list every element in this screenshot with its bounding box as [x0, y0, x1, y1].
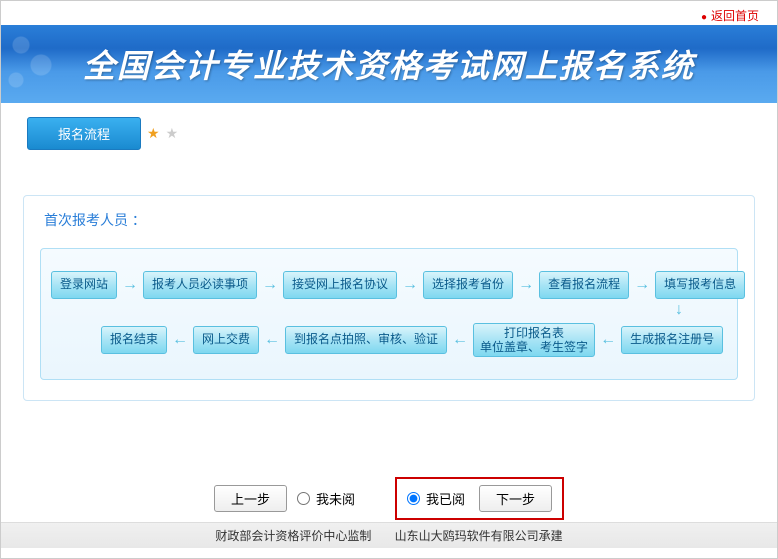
action-bar: 上一步 我未阅 我已阅 下一步 [1, 477, 777, 520]
step-must-read: 报考人员必读事项 [143, 271, 257, 299]
step-login: 登录网站 [51, 271, 117, 299]
step-print-form: 打印报名表 单位盖章、考生签字 [473, 323, 595, 358]
step-accept-agreement: 接受网上报名协议 [283, 271, 397, 299]
flow-row-2: 报名结束 ← 网上交费 ← 到报名点拍照、审核、验证 ← 打印报名表 单位盖章、… [51, 323, 727, 358]
return-home-link[interactable]: 返回首页 [701, 7, 759, 24]
radio-have-read[interactable]: 我已阅 [407, 489, 465, 508]
radio-have-read-label: 我已阅 [426, 489, 465, 508]
arrow-right-icon: → [121, 276, 139, 294]
step-view-flow: 查看报名流程 [539, 271, 629, 299]
arrow-left-icon: ← [451, 331, 469, 349]
radio-not-read-input[interactable] [297, 492, 310, 505]
tab-row: 报名流程 ★ ★ [1, 117, 777, 150]
radio-not-read[interactable]: 我未阅 [297, 489, 355, 508]
arrow-right-icon: → [401, 276, 419, 294]
step-select-province: 选择报考省份 [423, 271, 513, 299]
arrow-down-wrap: ↓ [51, 301, 727, 319]
footer-right: 山东山大鸥玛软件有限公司承建 [395, 529, 563, 543]
star-icon: ★ [147, 125, 160, 142]
tab-registration-flow[interactable]: 报名流程 [27, 117, 141, 150]
next-button[interactable]: 下一步 [479, 485, 552, 512]
radio-not-read-label: 我未阅 [316, 489, 355, 508]
arrow-left-icon: ← [599, 331, 617, 349]
arrow-right-icon: → [517, 276, 535, 294]
radio-have-read-input[interactable] [407, 492, 420, 505]
arrow-left-icon: ← [263, 331, 281, 349]
page-container: 返回首页 全国会计专业技术资格考试网上报名系统 报名流程 ★ ★ 首次报考人员 … [0, 0, 778, 559]
step-pay-online: 网上交费 [193, 326, 259, 354]
footer: 财政部会计资格评价中心监制 山东山大鸥玛软件有限公司承建 [1, 522, 777, 548]
step-fill-info: 填写报考信息 [655, 271, 745, 299]
step-finish: 报名结束 [101, 326, 167, 354]
section-title: 首次报考人员 ： [44, 210, 738, 230]
step-print-line2: 单位盖章、考生签字 [480, 340, 588, 354]
arrow-down-icon: ↓ [675, 301, 683, 319]
arrow-right-icon: → [261, 276, 279, 294]
arrow-left-icon: ← [171, 331, 189, 349]
step-gen-reg-id: 生成报名注册号 [621, 326, 723, 354]
content-panel: 首次报考人员 ： 登录网站 → 报考人员必读事项 → 接受网上报名协议 → 选择… [23, 195, 755, 401]
prev-button[interactable]: 上一步 [214, 485, 287, 512]
page-title: 全国会计专业技术资格考试网上报名系统 [83, 41, 695, 87]
arrow-right-icon: → [633, 276, 651, 294]
star-icon: ★ [166, 125, 179, 142]
header-banner: 全国会计专业技术资格考试网上报名系统 [1, 25, 777, 103]
step-photo-verify: 到报名点拍照、审核、验证 [285, 326, 447, 354]
flow-diagram: 登录网站 → 报考人员必读事项 → 接受网上报名协议 → 选择报考省份 → 查看… [40, 248, 738, 380]
flow-row-1: 登录网站 → 报考人员必读事项 → 接受网上报名协议 → 选择报考省份 → 查看… [51, 271, 727, 299]
step-print-line1: 打印报名表 [480, 326, 588, 340]
highlighted-group: 我已阅 下一步 [395, 477, 564, 520]
footer-left: 财政部会计资格评价中心监制 [215, 529, 371, 543]
